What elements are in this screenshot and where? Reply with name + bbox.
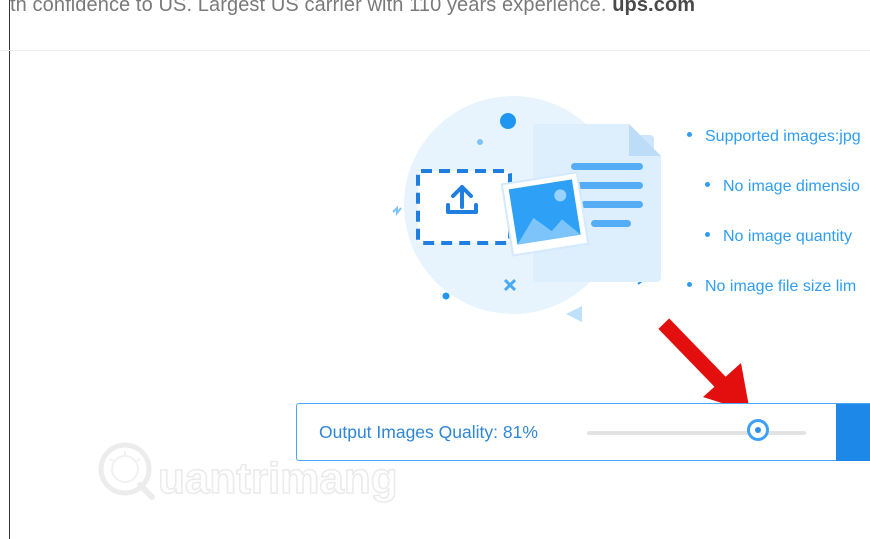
upload-illustration[interactable] xyxy=(385,92,675,332)
feature-item: No image dimensio xyxy=(705,178,860,196)
quality-slider-track[interactable] xyxy=(587,431,806,435)
svg-text:uantrimang: uantrimang xyxy=(158,454,398,503)
feature-item: No image quantity xyxy=(705,228,852,246)
image-icon xyxy=(500,171,590,257)
ad-banner[interactable]: th confidence to US. Largest US carrier … xyxy=(0,0,870,51)
decor-triangle xyxy=(566,306,582,322)
ad-copy: th confidence to US. Largest US carrier … xyxy=(10,0,607,16)
decor-dot xyxy=(442,292,450,300)
quality-value: 81% xyxy=(502,422,538,442)
bullet-icon xyxy=(687,132,692,138)
quantrimang-watermark-logo: uantrimang xyxy=(98,442,398,504)
window-border xyxy=(9,0,10,539)
decor-squiggle xyxy=(392,205,402,216)
convert-button[interactable] xyxy=(836,404,870,461)
feature-item: Supported images:jpg xyxy=(687,128,861,146)
bullet-icon xyxy=(705,182,710,188)
decor-dot xyxy=(477,139,483,145)
decor-dot xyxy=(500,113,516,129)
quality-slider-thumb[interactable] xyxy=(747,419,769,441)
bullet-icon xyxy=(705,232,710,238)
ad-domain-link[interactable]: ups.com xyxy=(612,0,695,16)
feature-item: No image file size lim xyxy=(687,278,856,296)
bullet-icon xyxy=(687,282,692,288)
ad-text[interactable]: th confidence to US. Largest US carrier … xyxy=(10,0,695,17)
